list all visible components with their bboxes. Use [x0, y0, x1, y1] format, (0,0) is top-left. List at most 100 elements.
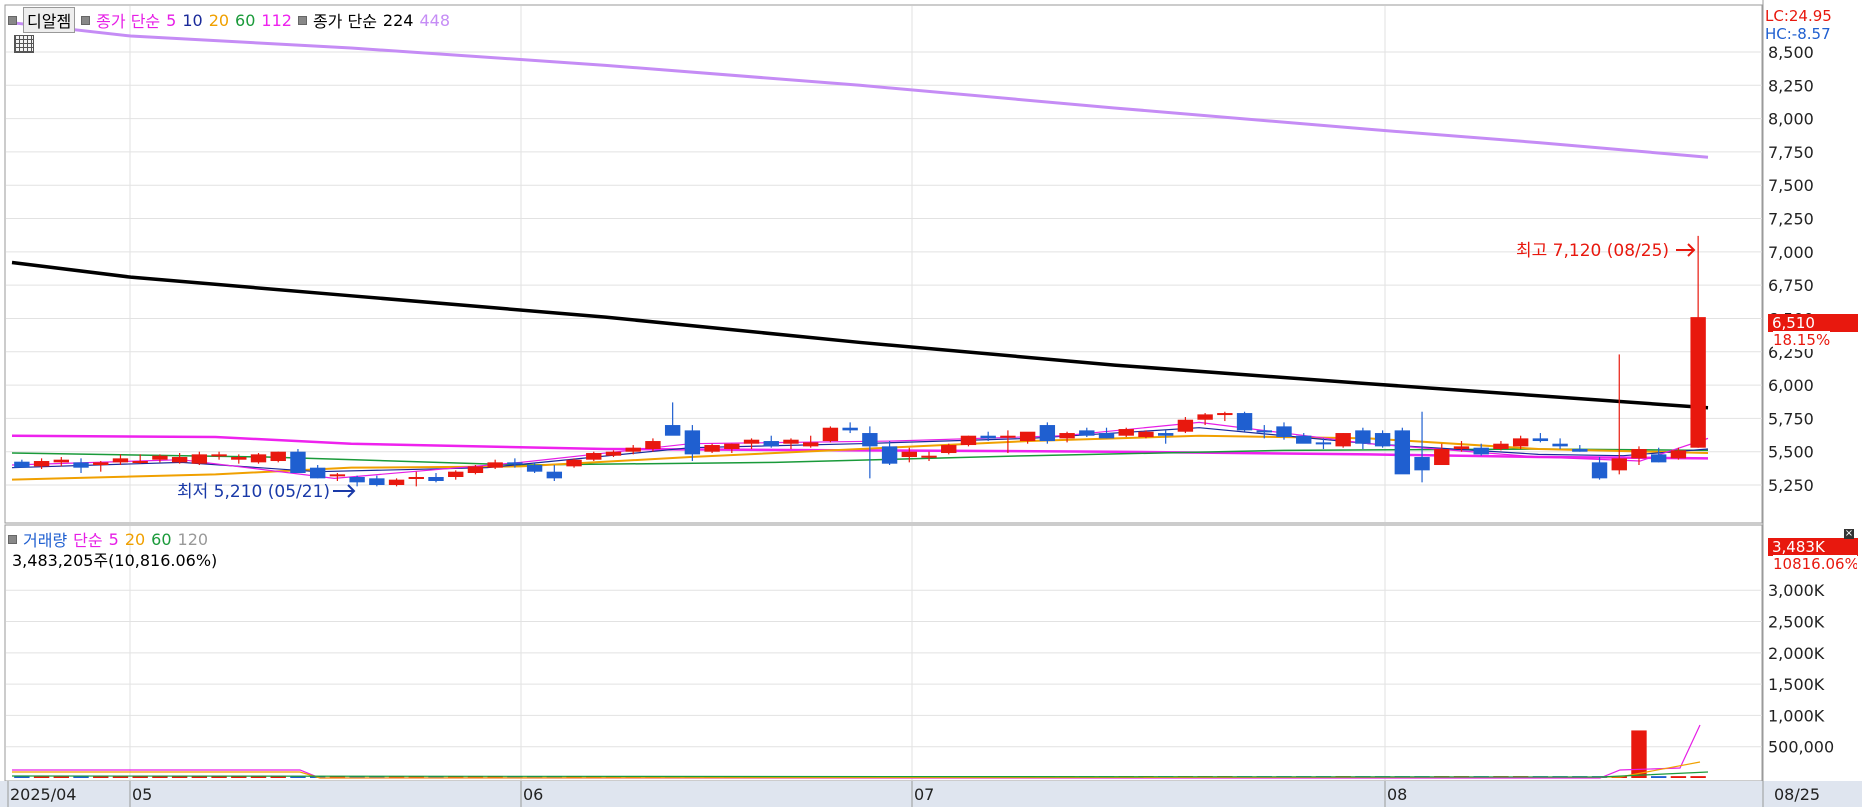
candle-body — [1039, 425, 1056, 442]
candle-body — [941, 445, 957, 454]
candle-body — [1217, 413, 1233, 416]
candle-body — [743, 439, 760, 444]
candle-body — [53, 459, 69, 463]
candle-body — [1098, 433, 1115, 439]
candle-body — [1414, 457, 1430, 471]
price-legend: 디알젬 종가 단순 5 10 20 60 112 종가 단순 224 448 — [8, 7, 450, 33]
price-tick-label: 7,750 — [1768, 143, 1814, 162]
candle-body — [1118, 429, 1134, 436]
price-tick-label: 5,500 — [1768, 443, 1814, 462]
volume-tick-label: 1,000K — [1768, 706, 1825, 725]
candle-body — [1355, 430, 1371, 444]
candle-body — [191, 454, 208, 464]
candle-body — [93, 462, 109, 466]
candle-body — [822, 427, 839, 442]
table-view-icon[interactable] — [14, 35, 34, 53]
volume-tick-label: 1,500K — [1768, 675, 1825, 694]
candle-body — [960, 435, 977, 446]
candle-body — [33, 461, 50, 467]
candle-body — [1256, 430, 1272, 433]
stock-chart[interactable]: 5,2505,5005,7506,0006,2506,5006,7507,000… — [0, 0, 1862, 807]
price-tick-label: 8,000 — [1768, 110, 1814, 129]
candle-body — [664, 425, 681, 436]
candle-body — [1197, 414, 1213, 420]
x-last-label: 08/25 — [1774, 785, 1820, 804]
candle-body — [605, 451, 622, 456]
ma-period-60: 60 — [235, 10, 256, 30]
candle-body — [1493, 443, 1509, 450]
current-price-tag: 6,510 — [1768, 314, 1858, 332]
candle-body — [1453, 446, 1470, 450]
candle-body — [1315, 442, 1332, 445]
candle-body — [1670, 450, 1687, 459]
candle-body — [1177, 419, 1194, 432]
candle-body — [487, 462, 503, 468]
candle-body — [369, 478, 385, 485]
volume-tick-label: 500,000 — [1768, 738, 1834, 757]
candle-body — [1276, 426, 1292, 438]
candle-body — [783, 439, 799, 444]
candle-body — [1296, 435, 1312, 444]
candle-body — [408, 477, 424, 480]
x-tick-label: 2025/04 — [10, 785, 76, 804]
ma-period-112: 112 — [261, 10, 292, 30]
candle-body — [73, 462, 89, 468]
volume-bar — [1651, 776, 1667, 778]
candle-body — [467, 466, 484, 474]
ma2-label: 종가 단순 — [312, 12, 377, 31]
candle-body — [428, 477, 444, 482]
candle-body — [1532, 438, 1549, 442]
candle-body — [1335, 433, 1351, 447]
candle-body — [448, 471, 464, 478]
candle-body — [803, 442, 819, 447]
candle-body — [290, 451, 306, 474]
candle-body — [1434, 449, 1450, 466]
x-tick-label: 05 — [132, 785, 152, 804]
price-tick-label: 5,750 — [1768, 409, 1814, 428]
stock-name[interactable]: 디알젬 — [23, 7, 76, 33]
candle-body — [1236, 413, 1253, 431]
volume-current: 3,483,205주(10,816.06%) — [12, 551, 218, 570]
volume-bar — [1631, 730, 1647, 778]
volume-tick-label: 3,000K — [1768, 581, 1825, 600]
candle-body — [763, 441, 779, 447]
legend-toggle-icon[interactable] — [8, 15, 17, 25]
price-tick-label: 6,750 — [1768, 276, 1814, 295]
x-tick-label: 06 — [523, 785, 543, 804]
candle-body — [132, 461, 148, 464]
price-change: 18.15% — [1773, 331, 1831, 349]
price-tick-label: 8,250 — [1768, 76, 1814, 95]
candle-body — [546, 471, 563, 479]
candle-body — [231, 457, 247, 460]
volume-toggle-icon[interactable] — [8, 534, 17, 544]
candle-body — [684, 430, 701, 455]
candle-body — [921, 455, 937, 458]
candle-body — [1572, 449, 1588, 452]
candle-body — [1157, 433, 1174, 436]
chart-window: 5,2505,5005,7506,0006,2506,5006,7507,000… — [0, 0, 1862, 807]
candle-body — [1651, 454, 1667, 463]
close-icon[interactable]: × — [1844, 529, 1854, 539]
price-tick-label: 7,000 — [1768, 243, 1814, 262]
lc-value: LC:24.95 — [1765, 7, 1832, 25]
candle-body — [862, 433, 878, 447]
candle-body — [704, 445, 720, 452]
candle-body — [1631, 449, 1647, 459]
candle-body — [881, 446, 898, 464]
candle-body — [329, 474, 346, 477]
candle-body — [507, 462, 523, 465]
high-annotation: 최고 7,120 (08/25) — [1516, 241, 1669, 261]
candle-body — [152, 455, 168, 460]
volume-tick-label: 2,000K — [1768, 644, 1825, 663]
hc-value: HC:-8.57 — [1765, 25, 1831, 43]
ma-toggle-icon[interactable] — [81, 15, 91, 25]
ma-period-5: 5 — [166, 10, 177, 30]
candle-body — [645, 441, 661, 450]
candle-body — [1374, 433, 1391, 447]
current-volume-tag: 3,483K — [1768, 538, 1858, 556]
candle-body — [1473, 447, 1489, 455]
vol-ma-5: 5 — [108, 529, 119, 549]
price-tick-label: 6,000 — [1768, 376, 1814, 395]
candle-body — [1059, 433, 1075, 439]
ma2-toggle-icon[interactable] — [297, 15, 307, 25]
